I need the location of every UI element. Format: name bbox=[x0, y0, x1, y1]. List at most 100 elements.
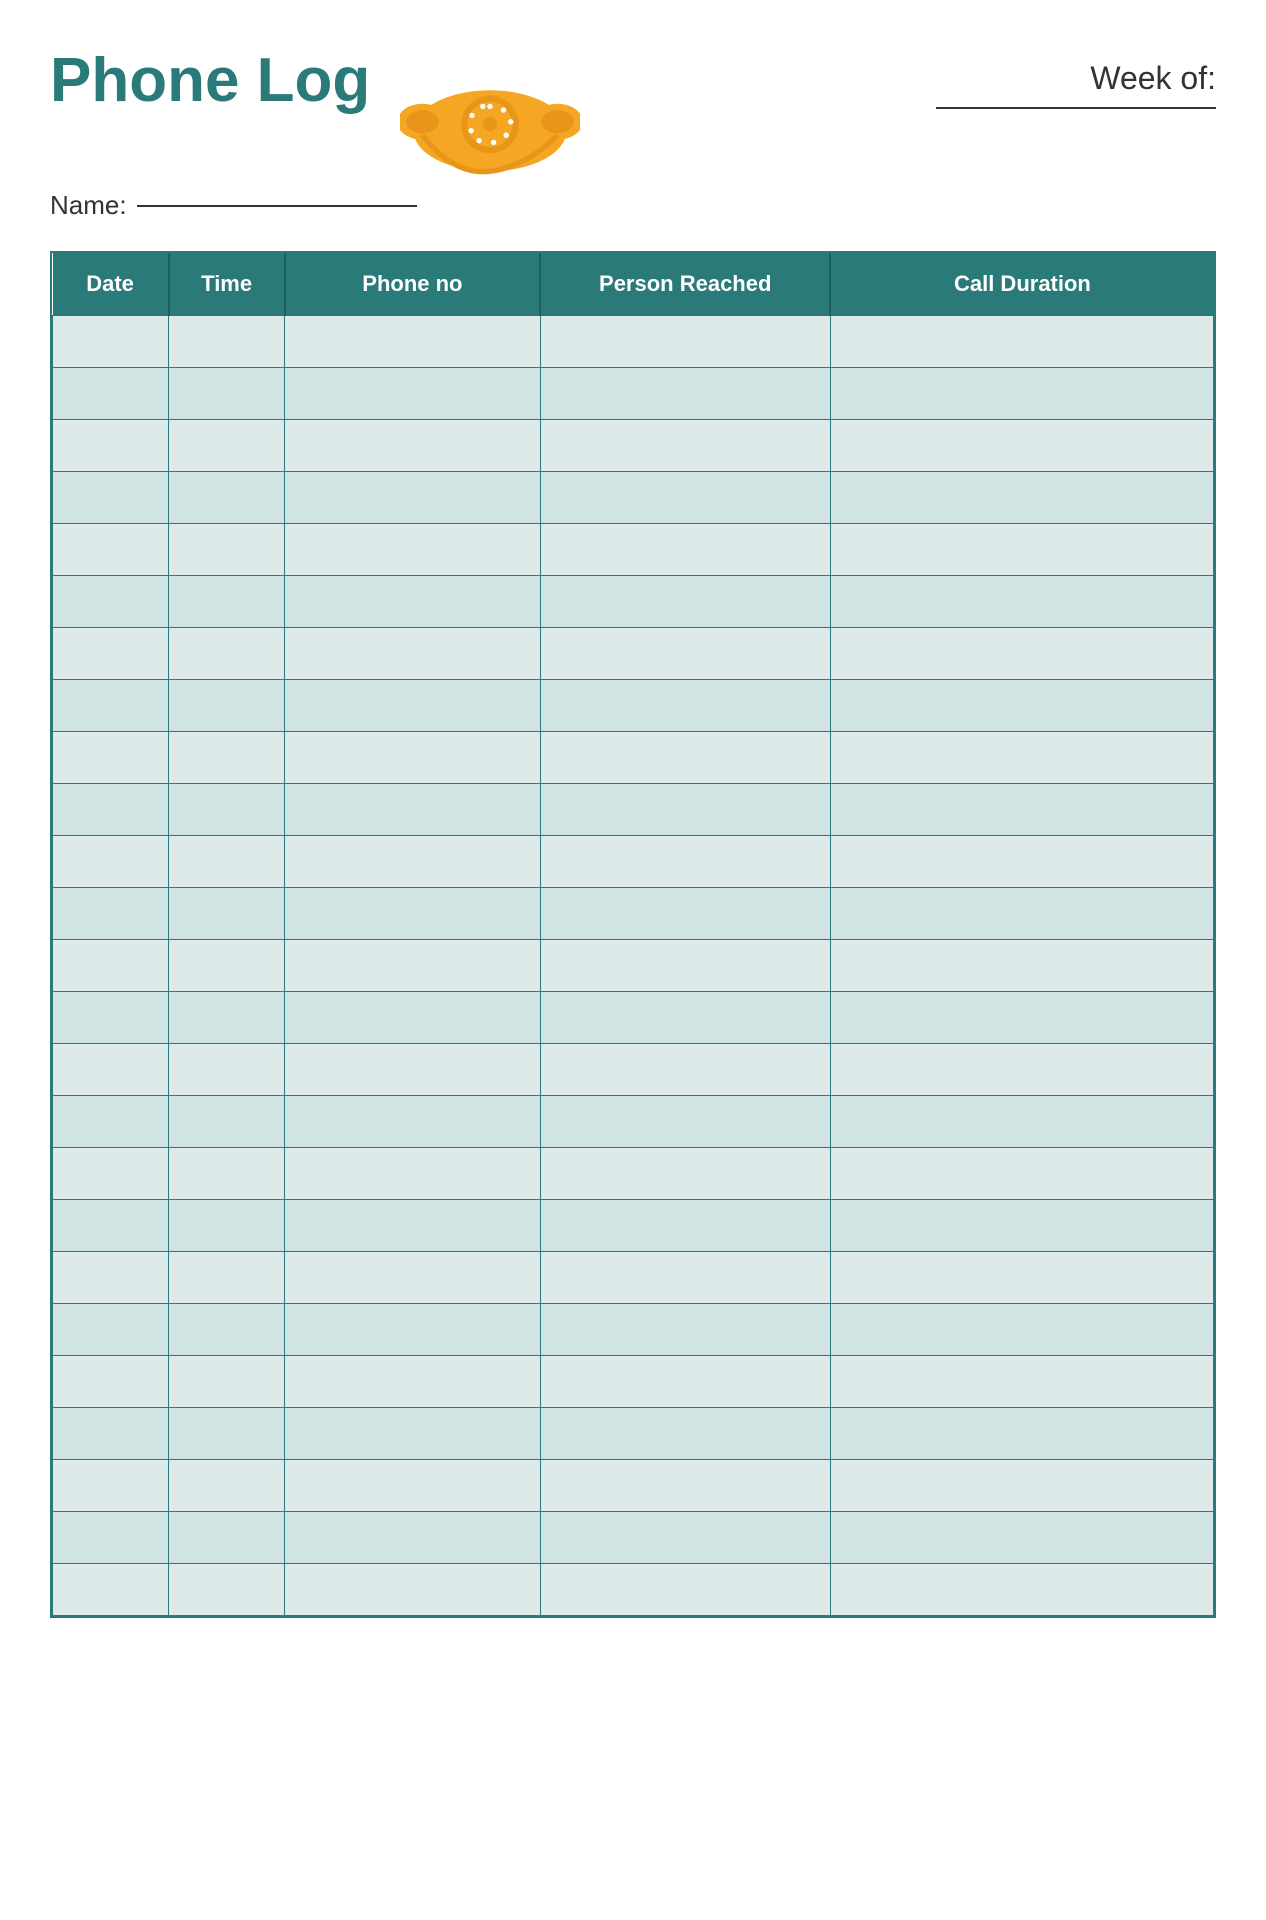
table-row bbox=[53, 316, 1214, 368]
table-cell bbox=[169, 992, 285, 1044]
table-cell bbox=[540, 940, 830, 992]
week-of-line bbox=[936, 107, 1216, 109]
table-cell bbox=[169, 680, 285, 732]
table-cell bbox=[169, 836, 285, 888]
table-row bbox=[53, 1460, 1214, 1512]
table-cell bbox=[285, 1304, 540, 1356]
table-row bbox=[53, 1564, 1214, 1616]
table-cell bbox=[285, 420, 540, 472]
table-cell bbox=[540, 1096, 830, 1148]
table-cell bbox=[285, 1252, 540, 1304]
table-cell bbox=[53, 992, 169, 1044]
table-cell bbox=[169, 524, 285, 576]
table-cell bbox=[285, 1044, 540, 1096]
table-cell bbox=[169, 888, 285, 940]
phone-icon bbox=[400, 45, 580, 185]
col-header-phone: Phone no bbox=[285, 253, 540, 316]
table-row bbox=[53, 420, 1214, 472]
table-cell bbox=[830, 1044, 1213, 1096]
table-cell bbox=[830, 1200, 1213, 1252]
table-cell bbox=[53, 1356, 169, 1408]
table-row bbox=[53, 628, 1214, 680]
table-cell bbox=[830, 1460, 1213, 1512]
table-cell bbox=[169, 1460, 285, 1512]
table-cell bbox=[169, 316, 285, 368]
table-cell bbox=[53, 836, 169, 888]
table-cell bbox=[540, 524, 830, 576]
col-header-time: Time bbox=[169, 253, 285, 316]
table-cell bbox=[53, 420, 169, 472]
table-cell bbox=[285, 1200, 540, 1252]
col-header-person: Person Reached bbox=[540, 253, 830, 316]
table-cell bbox=[53, 1148, 169, 1200]
table-row bbox=[53, 1200, 1214, 1252]
table-cell bbox=[285, 992, 540, 1044]
table-cell bbox=[53, 1564, 169, 1616]
table-cell bbox=[285, 836, 540, 888]
table-cell bbox=[540, 732, 830, 784]
table-cell bbox=[169, 1408, 285, 1460]
table-cell bbox=[53, 1512, 169, 1564]
table-header-row: Date Time Phone no Person Reached Call D… bbox=[53, 253, 1214, 316]
table-cell bbox=[830, 680, 1213, 732]
table-cell bbox=[285, 1460, 540, 1512]
table-cell bbox=[830, 1564, 1213, 1616]
table-row bbox=[53, 732, 1214, 784]
table-cell bbox=[169, 628, 285, 680]
table-cell bbox=[169, 1148, 285, 1200]
table-cell bbox=[540, 420, 830, 472]
table-cell bbox=[53, 680, 169, 732]
table-cell bbox=[285, 888, 540, 940]
table-cell bbox=[540, 1356, 830, 1408]
table-cell bbox=[53, 1200, 169, 1252]
col-header-duration: Call Duration bbox=[830, 253, 1213, 316]
table-cell bbox=[53, 316, 169, 368]
table-cell bbox=[540, 368, 830, 420]
table-cell bbox=[830, 368, 1213, 420]
table-cell bbox=[830, 784, 1213, 836]
table-cell bbox=[540, 1148, 830, 1200]
table-cell bbox=[285, 368, 540, 420]
table-cell bbox=[830, 628, 1213, 680]
table-row bbox=[53, 1304, 1214, 1356]
table-cell bbox=[53, 1304, 169, 1356]
table-cell bbox=[169, 1356, 285, 1408]
table-cell bbox=[169, 368, 285, 420]
table-cell bbox=[285, 1408, 540, 1460]
table-cell bbox=[285, 940, 540, 992]
table-row bbox=[53, 1044, 1214, 1096]
table-cell bbox=[540, 992, 830, 1044]
table-cell bbox=[540, 888, 830, 940]
table-row bbox=[53, 940, 1214, 992]
table-cell bbox=[540, 316, 830, 368]
table-cell bbox=[540, 628, 830, 680]
table-cell bbox=[53, 1460, 169, 1512]
table-cell bbox=[169, 1512, 285, 1564]
table-cell bbox=[169, 1200, 285, 1252]
col-header-date: Date bbox=[53, 253, 169, 316]
table-cell bbox=[830, 316, 1213, 368]
table-cell bbox=[830, 472, 1213, 524]
table-cell bbox=[285, 1564, 540, 1616]
table-row bbox=[53, 992, 1214, 1044]
table-cell bbox=[169, 472, 285, 524]
table-cell bbox=[285, 1356, 540, 1408]
table-cell bbox=[540, 1044, 830, 1096]
table-cell bbox=[540, 1512, 830, 1564]
table-row bbox=[53, 1096, 1214, 1148]
table-cell bbox=[53, 472, 169, 524]
table-cell bbox=[540, 680, 830, 732]
table-cell bbox=[169, 1304, 285, 1356]
table-cell bbox=[169, 576, 285, 628]
table-row bbox=[53, 1148, 1214, 1200]
table-cell bbox=[53, 784, 169, 836]
table-cell bbox=[53, 524, 169, 576]
table-cell bbox=[830, 888, 1213, 940]
table-row bbox=[53, 1408, 1214, 1460]
table-cell bbox=[53, 576, 169, 628]
table-cell bbox=[540, 576, 830, 628]
table-cell bbox=[53, 628, 169, 680]
table-cell bbox=[830, 1096, 1213, 1148]
table-row bbox=[53, 1252, 1214, 1304]
table-cell bbox=[285, 524, 540, 576]
